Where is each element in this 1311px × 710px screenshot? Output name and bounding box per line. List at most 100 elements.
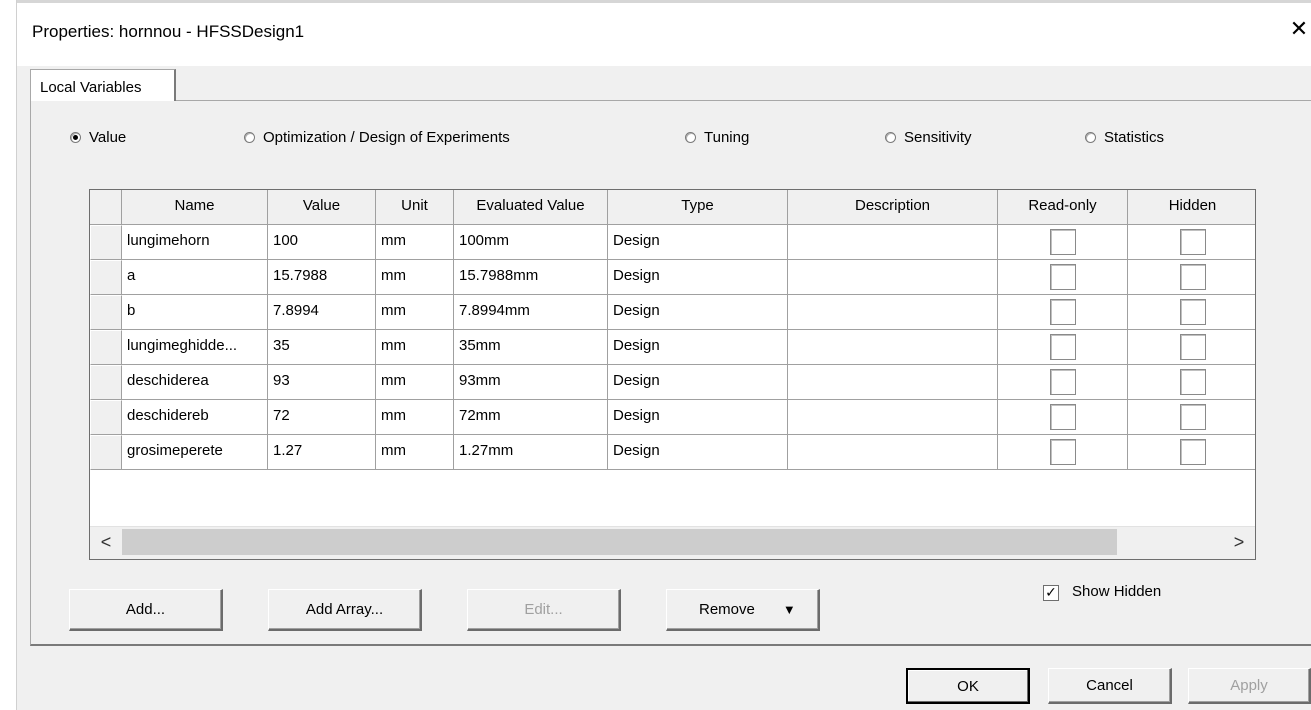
add-array-button[interactable]: Add Array... (268, 589, 422, 631)
hidden-checkbox[interactable] (1180, 404, 1206, 430)
row-header[interactable] (90, 400, 122, 435)
cell-type[interactable]: Design (608, 330, 788, 365)
cell-hidden (1128, 435, 1255, 470)
read-only-checkbox[interactable] (1050, 299, 1076, 325)
cell-value[interactable]: 100 (268, 225, 376, 260)
row-header[interactable] (90, 225, 122, 260)
corner-cell (90, 190, 122, 225)
cell-value[interactable]: 7.8994 (268, 295, 376, 330)
scrollbar-thumb[interactable] (122, 529, 1117, 555)
row-header[interactable] (90, 365, 122, 400)
cell-description[interactable] (788, 400, 998, 435)
remove-button[interactable]: Remove ▼ (666, 589, 820, 631)
close-icon[interactable]: ✕ (1287, 16, 1311, 42)
cell-value[interactable]: 93 (268, 365, 376, 400)
row-header[interactable] (90, 260, 122, 295)
cell-unit[interactable]: mm (376, 330, 454, 365)
read-only-checkbox[interactable] (1050, 334, 1076, 360)
cell-name[interactable]: a (122, 260, 268, 295)
cell-type[interactable]: Design (608, 295, 788, 330)
radio-optimization[interactable]: Optimization / Design of Experiments (244, 127, 510, 147)
cell-value[interactable]: 1.27 (268, 435, 376, 470)
cell-value[interactable]: 15.7988 (268, 260, 376, 295)
tab-label: Local Variables (40, 79, 142, 96)
cell-type[interactable]: Design (608, 225, 788, 260)
scroll-left-icon[interactable]: < (90, 527, 122, 559)
cell-unit[interactable]: mm (376, 400, 454, 435)
cell-name[interactable]: b (122, 295, 268, 330)
cell-unit[interactable]: mm (376, 225, 454, 260)
cell-type[interactable]: Design (608, 365, 788, 400)
hidden-checkbox[interactable] (1180, 439, 1206, 465)
read-only-checkbox[interactable] (1050, 439, 1076, 465)
cell-unit[interactable]: mm (376, 435, 454, 470)
ok-button-label: OK (957, 677, 979, 695)
cell-description[interactable] (788, 295, 998, 330)
read-only-checkbox[interactable] (1050, 404, 1076, 430)
apply-button[interactable]: Apply (1188, 668, 1311, 704)
cell-unit[interactable]: mm (376, 295, 454, 330)
column-header-hidden[interactable]: Hidden (1128, 190, 1255, 225)
dropdown-arrow-icon[interactable]: ▼ (783, 602, 796, 617)
read-only-checkbox[interactable] (1050, 369, 1076, 395)
cell-name[interactable]: grosimeperete (122, 435, 268, 470)
hidden-checkbox[interactable] (1180, 229, 1206, 255)
column-header-evaluated-value[interactable]: Evaluated Value (454, 190, 608, 225)
radio-value[interactable]: Value (70, 127, 126, 147)
ok-button[interactable]: OK (906, 668, 1030, 704)
cell-hidden (1128, 260, 1255, 295)
edit-button[interactable]: Edit... (467, 589, 621, 631)
cancel-button[interactable]: Cancel (1048, 668, 1172, 704)
cancel-button-label: Cancel (1086, 677, 1133, 694)
cell-type[interactable]: Design (608, 260, 788, 295)
cell-name[interactable]: lungimeghidde... (122, 330, 268, 365)
cell-unit[interactable]: mm (376, 365, 454, 400)
radio-statistics[interactable]: Statistics (1085, 127, 1164, 147)
hidden-checkbox[interactable] (1180, 334, 1206, 360)
read-only-checkbox[interactable] (1050, 264, 1076, 290)
cell-evaluated-value: 1.27mm (454, 435, 608, 470)
row-header[interactable] (90, 330, 122, 365)
add-button[interactable]: Add... (69, 589, 223, 631)
hidden-checkbox[interactable] (1180, 369, 1206, 395)
cell-name[interactable]: deschiderea (122, 365, 268, 400)
window-left-edge (0, 0, 17, 710)
cell-description[interactable] (788, 435, 998, 470)
row-header[interactable] (90, 435, 122, 470)
hidden-checkbox[interactable] (1180, 299, 1206, 325)
cell-evaluated-value: 100mm (454, 225, 608, 260)
horizontal-scrollbar[interactable]: < > (90, 526, 1255, 559)
show-hidden-checkbox[interactable]: ✓ (1043, 585, 1059, 601)
column-header-description[interactable]: Description (788, 190, 998, 225)
cell-name[interactable]: deschidereb (122, 400, 268, 435)
cell-description[interactable] (788, 330, 998, 365)
scroll-right-icon[interactable]: > (1223, 527, 1255, 559)
cell-evaluated-value: 35mm (454, 330, 608, 365)
cell-unit[interactable]: mm (376, 260, 454, 295)
cell-description[interactable] (788, 365, 998, 400)
column-header-value[interactable]: Value (268, 190, 376, 225)
column-header-type[interactable]: Type (608, 190, 788, 225)
cell-evaluated-value: 15.7988mm (454, 260, 608, 295)
hidden-checkbox[interactable] (1180, 264, 1206, 290)
cell-value[interactable]: 35 (268, 330, 376, 365)
radio-label: Optimization / Design of Experiments (263, 128, 510, 146)
row-header[interactable] (90, 295, 122, 330)
edit-button-label: Edit... (524, 601, 563, 618)
cell-type[interactable]: Design (608, 435, 788, 470)
radio-sensitivity[interactable]: Sensitivity (885, 127, 972, 147)
column-header-unit[interactable]: Unit (376, 190, 454, 225)
cell-type[interactable]: Design (608, 400, 788, 435)
cell-description[interactable] (788, 260, 998, 295)
column-header-read-only[interactable]: Read-only (998, 190, 1128, 225)
cell-description[interactable] (788, 225, 998, 260)
cell-name[interactable]: lungimehorn (122, 225, 268, 260)
show-hidden-label[interactable]: Show Hidden (1072, 583, 1161, 600)
cell-hidden (1128, 330, 1255, 365)
column-header-name[interactable]: Name (122, 190, 268, 225)
radio-tuning[interactable]: Tuning (685, 127, 749, 147)
cell-value[interactable]: 72 (268, 400, 376, 435)
read-only-checkbox[interactable] (1050, 229, 1076, 255)
radio-indicator (244, 131, 255, 143)
cell-read-only (998, 365, 1128, 400)
